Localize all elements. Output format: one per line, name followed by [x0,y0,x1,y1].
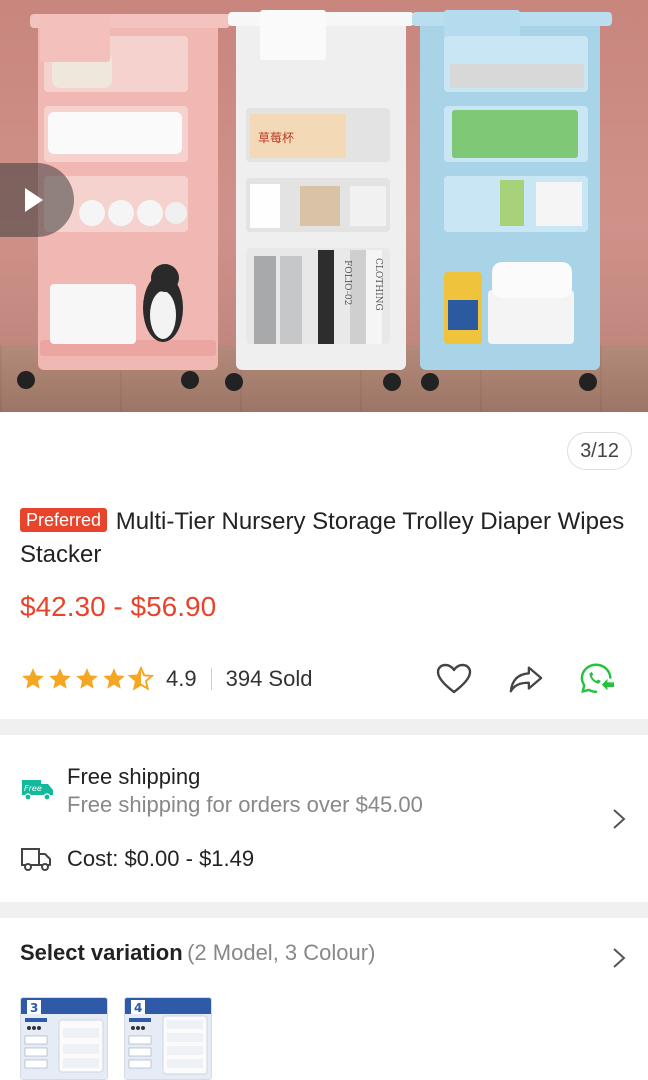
star-icon [76,668,98,689]
heart-icon [436,663,472,694]
whatsapp-share-button[interactable] [580,660,616,698]
free-shipping-subtitle: Free shipping for orders over $45.00 [67,792,423,817]
star-icon [103,668,125,689]
star-half-icon [128,666,154,691]
free-shipping-truck-icon: Free [22,780,53,801]
whatsapp-icon [580,663,615,694]
variation-thumbnails: 3 4 [20,997,212,1080]
share-button[interactable] [508,660,544,698]
product-price: $42.30 - $56.90 [20,591,217,622]
rating-row: 4.9 394 Sold [20,660,628,698]
rating-value: 4.9 [166,666,197,691]
preferred-badge: Preferred [20,508,108,532]
white-trolley: 草莓杯 FOLIO-02 CLOTHING [225,10,414,391]
section-divider [0,719,648,735]
thumb-tier-label: 4 [134,1001,142,1015]
share-icon [509,666,543,693]
rating-stars [20,666,154,692]
svg-text:FOLIO-02: FOLIO-02 [342,260,352,305]
free-shipping-title: Free shipping [67,764,201,789]
free-badge-text: Free [24,784,42,793]
svg-text:草莓杯: 草莓杯 [258,131,294,145]
star-icon [22,668,44,689]
action-icons [436,660,628,698]
video-play-button[interactable] [0,163,74,237]
shipping-cost: Cost: $0.00 - $1.49 [67,846,255,871]
shipping-cost-row: Cost: $0.00 - $1.49 [20,842,628,878]
chevron-right-icon [613,948,626,968]
image-counter: 3/12 [567,432,632,470]
separator [210,668,212,690]
thumb-tier-label: 3 [30,1001,38,1015]
blue-trolley [412,10,612,391]
delivery-truck-icon [21,848,51,871]
product-photo: 草莓杯 FOLIO-02 CLOTHING [17,10,612,391]
product-title-block: Preferred Multi-Tier Nursery Storage Tro… [20,505,628,571]
star-icon [49,668,71,689]
product-title: Multi-Tier Nursery Storage Trolley Diape… [20,508,625,568]
chevron-right-icon [613,809,626,829]
favorite-button[interactable] [436,660,472,698]
shipping-row[interactable]: Free Free shipping Free shipping for ord… [20,760,628,830]
variation-thumbnail-4-tier[interactable]: 4 [124,997,212,1080]
product-image-gallery[interactable]: 草莓杯 FOLIO-02 CLOTHING [0,0,648,412]
play-icon [25,188,43,212]
select-variation-row[interactable]: Select variation (2 Model, 3 Colour) [20,940,628,976]
variation-subtitle: (2 Model, 3 Colour) [187,940,376,965]
thumbnail-image: 3 [21,998,107,1079]
svg-text:CLOTHING: CLOTHING [373,258,383,311]
thumbnail-image: 4 [125,998,211,1079]
sold-count: 394 Sold [225,666,313,691]
variation-thumbnail-3-tier[interactable]: 3 [20,997,108,1080]
variation-title: Select variation [20,940,183,965]
section-divider [0,902,648,918]
